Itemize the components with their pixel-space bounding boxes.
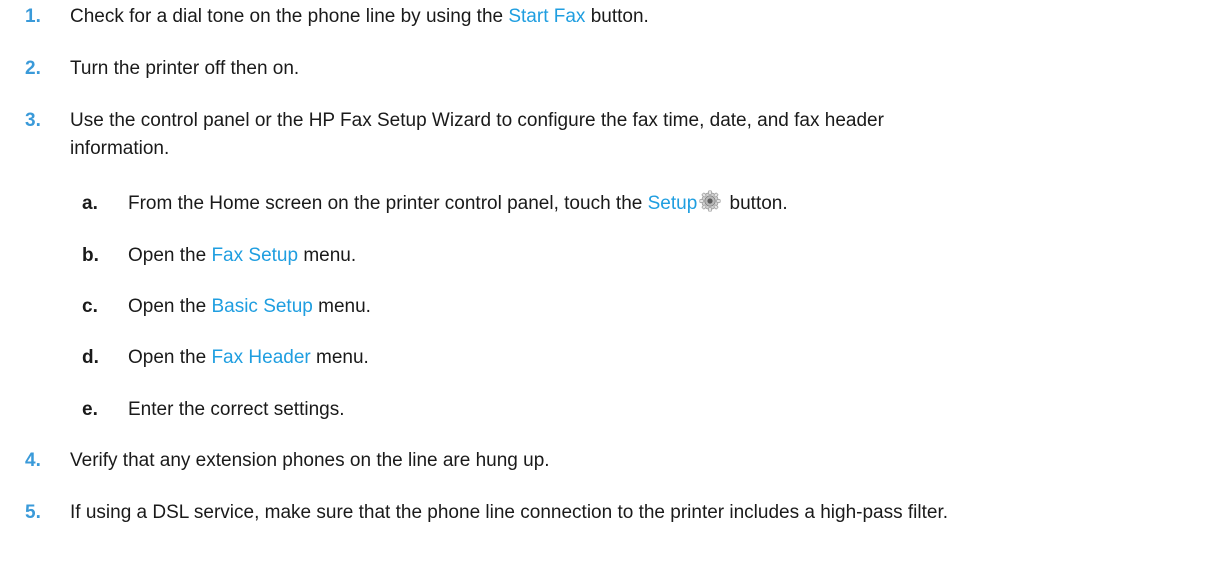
substep-label: b. <box>82 245 99 266</box>
step-number: 2. <box>25 58 41 79</box>
step-number: 1. <box>25 6 41 27</box>
step-text: Verify that any extension phones on the … <box>70 450 550 471</box>
step-text: If using a DSL service, make sure that t… <box>70 502 949 523</box>
substep-text: From the Home screen on the printer cont… <box>128 190 1212 218</box>
substep-text: Open the Basic Setup menu. <box>128 296 371 317</box>
substep-text: Enter the correct settings. <box>128 399 345 420</box>
step-number: 4. <box>25 450 41 471</box>
substep-label: a. <box>82 193 98 214</box>
setup-link[interactable]: Setup <box>648 193 698 214</box>
substep-text: Open the Fax Header menu. <box>128 347 369 368</box>
step-number: 5. <box>25 502 41 523</box>
fax-header-link[interactable]: Fax Header <box>211 347 310 368</box>
substep-text: Open the Fax Setup menu. <box>128 245 357 266</box>
step-text: Use the control panel or the HP Fax Setu… <box>70 110 884 159</box>
step-text: Turn the printer off then on. <box>70 58 300 79</box>
step-text: Check for a dial tone on the phone line … <box>70 6 649 27</box>
step-number: 3. <box>25 110 41 131</box>
substep-label: d. <box>82 347 99 368</box>
substep-label: c. <box>82 296 98 317</box>
substep-label: e. <box>82 399 98 420</box>
gear-icon[interactable] <box>699 190 721 212</box>
fax-setup-link[interactable]: Fax Setup <box>211 245 298 266</box>
troubleshooting-steps: 1. Check for a dial tone on the phone li… <box>0 0 1220 575</box>
basic-setup-link[interactable]: Basic Setup <box>211 296 312 317</box>
start-fax-link[interactable]: Start Fax <box>508 6 585 27</box>
